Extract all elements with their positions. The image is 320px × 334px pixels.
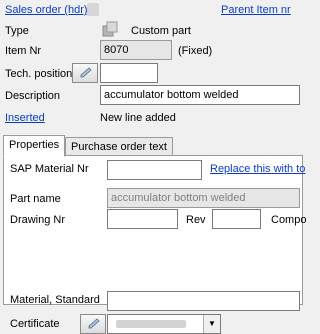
sap-material-input[interactable] — [107, 160, 202, 180]
inserted-link[interactable]: Inserted — [5, 112, 45, 124]
item-nr-note: (Fixed) — [178, 45, 213, 57]
rev-label: Rev — [186, 214, 206, 226]
tech-position-label: Tech. position — [5, 68, 73, 80]
item-nr-field: 8070 — [100, 40, 172, 60]
blurred-value — [116, 320, 186, 328]
sales-order-link[interactable]: Sales order (hdr) — [5, 4, 88, 16]
parent-item-link[interactable]: Parent Item nr — [221, 4, 291, 16]
certificate-combo[interactable]: ▼ — [107, 314, 221, 334]
chevron-down-icon[interactable]: ▼ — [203, 315, 220, 333]
part-name-label: Part name — [10, 193, 61, 205]
material-standard-label: Material, Standard — [10, 294, 100, 306]
item-nr-label: Item Nr — [5, 45, 42, 57]
inserted-status: New line added — [100, 112, 176, 124]
description-input[interactable]: accumulator bottom welded — [100, 85, 300, 105]
custom-part-icon — [102, 21, 118, 39]
rev-input[interactable] — [212, 209, 261, 229]
replace-link[interactable]: Replace this with to — [210, 163, 305, 175]
tab-purchase-order-text[interactable]: Purchase order text — [65, 137, 173, 157]
compo-label: Compo — [271, 214, 307, 226]
tech-position-edit-button[interactable] — [72, 63, 98, 83]
certificate-edit-button[interactable] — [80, 314, 106, 334]
blurred-icon — [87, 3, 99, 16]
part-name-field: accumulator bottom welded — [107, 188, 300, 208]
drawing-nr-input[interactable] — [107, 209, 178, 229]
tab-properties[interactable]: Properties — [3, 135, 66, 157]
pencil-icon — [87, 318, 101, 333]
material-standard-input[interactable] — [107, 291, 300, 311]
drawing-nr-label: Drawing Nr — [10, 214, 66, 226]
tech-position-input[interactable] — [100, 63, 158, 83]
certificate-label: Certificate — [10, 318, 60, 330]
pencil-icon — [79, 67, 93, 82]
type-label: Type — [5, 25, 29, 37]
type-value: Custom part — [131, 25, 191, 37]
sap-material-label: SAP Material Nr — [10, 163, 89, 175]
description-label: Description — [5, 90, 61, 102]
